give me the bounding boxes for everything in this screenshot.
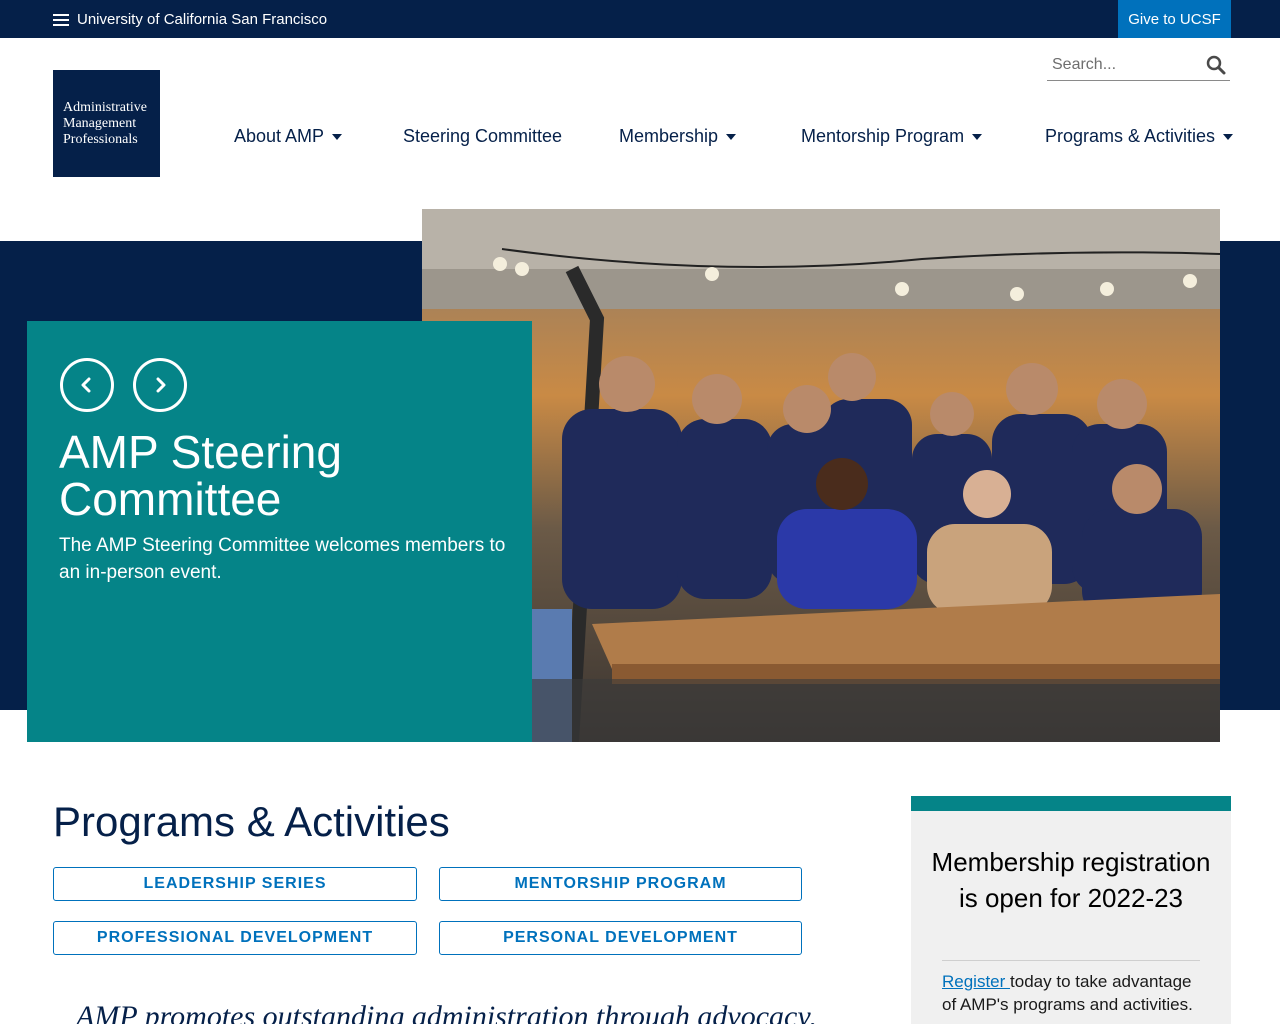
membership-callout: Membership registration is open for 2022… <box>911 796 1231 1024</box>
nav-label: Steering Committee <box>403 125 563 146</box>
slide-next-button[interactable] <box>133 358 187 412</box>
caret-down-icon <box>972 134 983 140</box>
hero-photo <box>422 209 1220 742</box>
chevron-right-icon <box>156 377 166 393</box>
programs-heading: Programs & Activities <box>53 798 450 845</box>
search-icon[interactable] <box>1206 55 1226 75</box>
callout-text: Register today to take advantage of AMP'… <box>942 970 1207 1016</box>
group-photo-illustration <box>422 209 1220 742</box>
leadership-series-button[interactable]: LEADERSHIP SERIES <box>53 867 417 901</box>
callout-accent-bar <box>911 796 1231 811</box>
logo-line: Professionals <box>63 132 138 147</box>
slide-prev-button[interactable] <box>60 358 114 412</box>
nav-label: About AMP <box>234 125 325 146</box>
ucsf-menu-link[interactable]: University of California San Francisco <box>53 0 327 38</box>
ucsf-label: University of California San Francisco <box>77 10 328 28</box>
search-box <box>1047 52 1230 81</box>
nav-mentorship-program[interactable]: Mentorship Program <box>801 124 983 148</box>
mission-quote: AMP promotes outstanding administration … <box>76 1000 817 1024</box>
nav-programs-activities[interactable]: Programs & Activities <box>1045 124 1234 148</box>
nav-steering-committee[interactable]: Steering Committee <box>403 124 562 148</box>
hero-description: The AMP Steering Committee welcomes memb… <box>59 535 506 583</box>
caret-down-icon <box>1223 134 1234 140</box>
nav-label: Membership <box>619 125 719 146</box>
divider <box>942 960 1200 961</box>
logo-line: Management <box>63 116 137 131</box>
professional-development-button[interactable]: PROFESSIONAL DEVELOPMENT <box>53 921 417 955</box>
personal-development-button[interactable]: PERSONAL DEVELOPMENT <box>439 921 802 955</box>
logo-line: Administrative <box>63 100 147 115</box>
mentorship-program-button[interactable]: MENTORSHIP PROGRAM <box>439 867 802 901</box>
nav-membership[interactable]: Membership <box>619 124 737 148</box>
utility-bar: University of California San Francisco G… <box>0 0 1280 38</box>
hamburger-icon <box>53 13 69 26</box>
hero-title: AMP Steering Committee <box>59 426 342 525</box>
callout-title: Membership registration is open for 2022… <box>931 847 1211 913</box>
chevron-left-icon <box>81 377 91 393</box>
caret-down-icon <box>726 134 737 140</box>
give-to-ucsf-button[interactable]: Give to UCSF <box>1118 0 1231 38</box>
caret-down-icon <box>332 134 343 140</box>
search-input[interactable] <box>1052 56 1192 74</box>
hero-caption-card: AMP Steering Committee The AMP Steering … <box>27 321 532 742</box>
nav-label: Mentorship Program <box>801 125 965 146</box>
nav-label: Programs & Activities <box>1045 125 1216 146</box>
nav-about-amp[interactable]: About AMP <box>234 124 343 148</box>
amp-logo[interactable]: Administrative Management Professionals <box>53 70 160 177</box>
register-link[interactable]: Register <box>942 972 1010 991</box>
